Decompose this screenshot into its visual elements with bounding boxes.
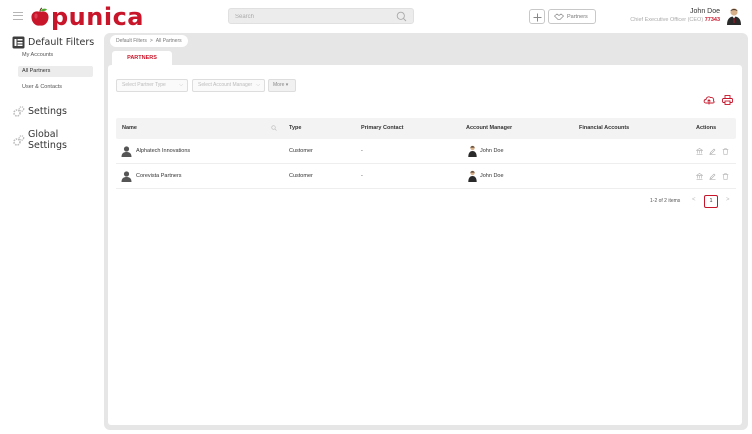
partner-name[interactable]: Corevista Partners bbox=[136, 164, 182, 189]
more-filters-label: More bbox=[273, 82, 285, 88]
column-header-account-manager: Account Manager bbox=[466, 125, 513, 131]
breadcrumb: Default Filters > All Partners bbox=[110, 35, 188, 47]
primary-contact: - bbox=[361, 173, 363, 179]
partners-button-label: Partners bbox=[567, 13, 588, 20]
more-filters-button[interactable]: More ▾ bbox=[268, 79, 296, 92]
chevron-down-icon: ⌵ bbox=[179, 82, 183, 88]
partner-name[interactable]: Alphatech Innovations bbox=[136, 139, 190, 164]
edit-icon[interactable] bbox=[709, 173, 716, 180]
column-header-actions: Actions bbox=[696, 125, 717, 131]
edit-icon[interactable] bbox=[709, 148, 716, 155]
partners-button[interactable]: Partners bbox=[548, 9, 596, 24]
account-manager-avatar bbox=[468, 170, 477, 182]
row-actions bbox=[696, 173, 729, 180]
column-header-financial-accounts: Financial Accounts bbox=[579, 125, 630, 131]
trash-icon[interactable] bbox=[722, 148, 729, 155]
search-box[interactable] bbox=[228, 8, 414, 24]
pagination-prev-button[interactable]: < bbox=[692, 197, 696, 203]
bank-icon[interactable] bbox=[696, 173, 703, 180]
cloud-upload-icon[interactable] bbox=[703, 95, 715, 105]
user-role: Chief Executive Officer (CEO) 77343 bbox=[630, 16, 720, 24]
tab-partners[interactable]: PARTNERS bbox=[112, 51, 172, 65]
sidebar-item-my-accounts[interactable]: My Accounts bbox=[18, 50, 93, 61]
gear-icon bbox=[13, 134, 25, 146]
partners-table: Name Type Primary Contact Account Manage… bbox=[116, 118, 736, 189]
sidebar-section-default-filters[interactable]: Default Filters bbox=[12, 36, 94, 49]
breadcrumb-item-all-partners: All Partners bbox=[155, 38, 182, 44]
hamburger-icon[interactable] bbox=[13, 12, 23, 20]
user-icon bbox=[121, 146, 132, 157]
trash-icon[interactable] bbox=[722, 173, 729, 180]
chevron-down-icon: ⌵ bbox=[256, 82, 260, 88]
table-row[interactable]: Corevista Partners Customer - John Doe bbox=[116, 164, 736, 189]
printer-icon[interactable] bbox=[722, 95, 733, 105]
primary-contact: - bbox=[361, 148, 363, 154]
account-manager-name: John Doe bbox=[480, 148, 504, 154]
gear-icon bbox=[13, 106, 25, 117]
partner-type: Customer bbox=[289, 148, 313, 154]
account-manager-avatar bbox=[468, 145, 477, 157]
add-button[interactable] bbox=[529, 9, 545, 24]
partner-type: Customer bbox=[289, 173, 313, 179]
user-name: John Doe bbox=[690, 8, 720, 15]
logo-text: punica bbox=[51, 3, 144, 31]
sidebar-title-global-settings: Global Settings bbox=[27, 129, 67, 151]
bank-icon[interactable] bbox=[696, 148, 703, 155]
column-header-primary-contact: Primary Contact bbox=[361, 125, 404, 131]
user-icon bbox=[121, 171, 132, 182]
search-input[interactable] bbox=[235, 11, 385, 22]
column-header-name[interactable]: Name bbox=[122, 118, 137, 139]
pagination-summary: 1-2 of 2 items bbox=[650, 198, 681, 204]
sidebar: Default Filters My Accounts All Partners… bbox=[0, 33, 100, 434]
table-row[interactable]: Alphatech Innovations Customer - John Do… bbox=[116, 139, 736, 164]
sidebar-title-settings: Settings bbox=[28, 106, 67, 117]
pagination-next-button[interactable]: > bbox=[726, 197, 730, 203]
handshake-icon bbox=[554, 12, 564, 20]
sidebar-section-settings[interactable]: Settings bbox=[12, 105, 67, 118]
user-info[interactable]: John Doe Chief Executive Officer (CEO) 7… bbox=[630, 7, 720, 24]
partner-type-select[interactable]: Select Partner Type ⌵ bbox=[116, 79, 188, 92]
account-manager-select[interactable]: Select Account Manager ⌵ bbox=[192, 79, 265, 92]
app-logo[interactable]: punica bbox=[30, 4, 144, 30]
row-actions bbox=[696, 148, 729, 155]
breadcrumb-separator: > bbox=[149, 38, 153, 44]
sidebar-title-default-filters: Default Filters bbox=[28, 37, 95, 48]
sidebar-item-all-partners[interactable]: All Partners bbox=[18, 66, 93, 77]
filter-icon bbox=[12, 36, 25, 49]
table-header: Name Type Primary Contact Account Manage… bbox=[116, 118, 736, 139]
account-manager-name: John Doe bbox=[480, 173, 504, 179]
apple-logo-icon bbox=[31, 7, 49, 26]
search-icon[interactable] bbox=[271, 125, 277, 131]
partner-type-select-value: Select Partner Type bbox=[122, 82, 166, 88]
pagination-page-button[interactable]: 1 bbox=[704, 195, 718, 208]
user-code: 77343 bbox=[704, 17, 720, 23]
column-header-type: Type bbox=[289, 125, 302, 131]
caret-down-icon: ▾ bbox=[285, 82, 289, 88]
plus-icon bbox=[533, 13, 542, 22]
user-avatar[interactable] bbox=[726, 7, 742, 25]
account-manager-select-value: Select Account Manager bbox=[198, 82, 253, 88]
breadcrumb-item-default-filters[interactable]: Default Filters bbox=[116, 35, 147, 47]
user-role-text: Chief Executive Officer (CEO) bbox=[630, 17, 704, 23]
sidebar-item-user-contacts[interactable]: User & Contacts bbox=[18, 82, 93, 93]
top-bar: punica Partners John Doe Chief Executive… bbox=[0, 0, 752, 33]
sidebar-section-global-settings[interactable]: Global Settings bbox=[12, 129, 100, 151]
search-icon[interactable] bbox=[396, 11, 407, 22]
